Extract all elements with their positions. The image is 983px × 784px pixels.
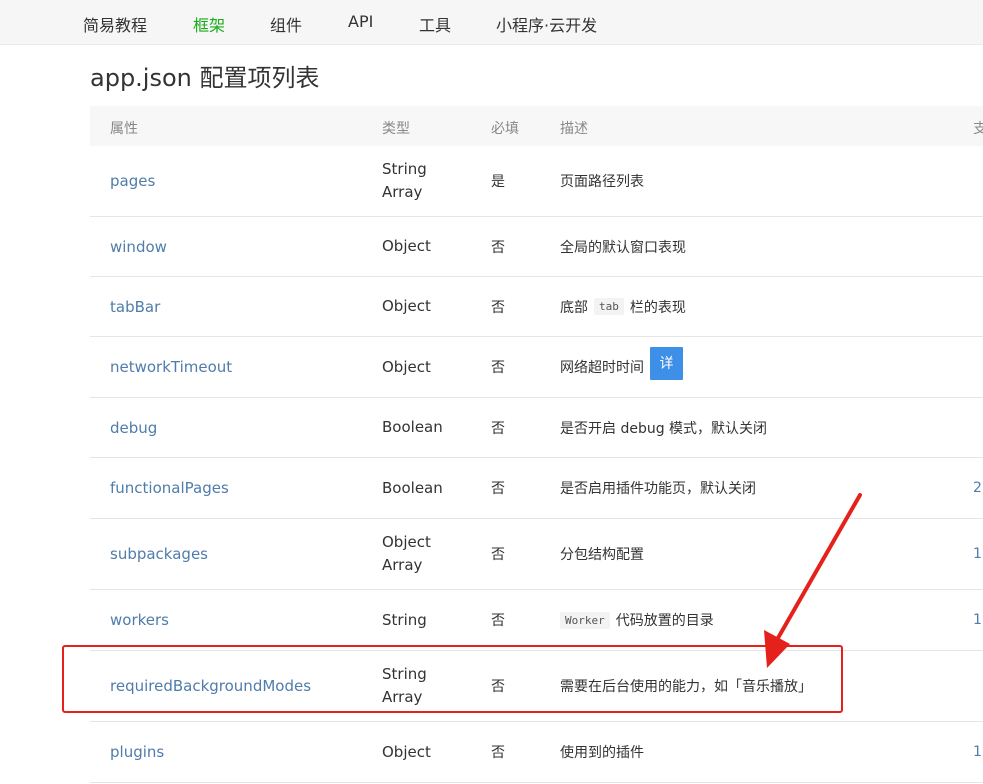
type-cell: Object Array [382,519,431,589]
type-line: Array [382,183,423,201]
version-cell[interactable] [973,277,983,336]
required-cell: 否 [491,679,505,695]
header-type: 类型 [382,121,410,137]
required-cell: 是 [491,174,505,190]
required-cell: 否 [491,547,505,563]
nav-item-cloud-dev[interactable]: 小程序·云开发 [496,12,597,36]
desc-cell: 使用到的插件 [560,745,644,761]
header-desc: 描述 [560,121,588,137]
desc-cell: 网络超时时间 详 [560,337,683,397]
header-attr: 属性 [110,121,138,137]
attr-link[interactable]: debug [110,398,157,457]
page-title: app.json 配置项列表 [90,64,320,92]
version-cell[interactable] [973,217,983,276]
table-row: workers String 否 Worker 代码放置的目录 1. [90,590,983,651]
desc-text: 底部 [560,299,588,316]
attr-link[interactable]: window [110,217,167,276]
inline-code: Worker [560,611,610,629]
nav-item-tools[interactable]: 工具 [419,12,451,36]
version-cell[interactable]: 2. [973,458,983,518]
table-row: networkTimeout Object 否 网络超时时间 详 [90,337,983,398]
type-cell: String [382,590,427,650]
version-cell[interactable] [973,398,983,457]
required-cell: 否 [491,745,505,761]
table-row: subpackages Object Array 否 分包结构配置 1. [90,519,983,590]
type-line: Object [382,297,431,315]
table-row: pages String Array 是 页面路径列表 [90,146,983,217]
version-cell[interactable] [973,337,983,397]
desc-cell: 是否开启 debug 模式，默认关闭 [560,420,768,437]
type-cell: Object [382,277,431,336]
desc-text: 代码放置的目录 [615,613,714,629]
type-cell: String Array [382,651,427,721]
attr-link[interactable]: pages [110,146,155,216]
type-cell: Boolean [382,458,443,518]
required-cell: 否 [491,481,505,497]
desc-cell: 需要在后台使用的能力，如「音乐播放」 [560,679,812,695]
required-cell: 否 [491,613,505,629]
type-cell: String Array [382,146,427,216]
detail-button[interactable]: 详 [650,346,683,380]
nav-item-components[interactable]: 组件 [270,12,302,36]
inline-code: tab [594,298,624,315]
type-line: Array [382,688,423,706]
desc-cell: 分包结构配置 [560,547,644,563]
version-cell[interactable]: 1. [973,590,983,650]
required-cell: 否 [491,360,505,376]
nav-item-tutorial[interactable]: 简易教程 [83,12,147,36]
required-cell: 否 [491,239,505,256]
table-row: debug Boolean 否 是否开启 debug 模式，默认关闭 [90,398,983,458]
table-row: functionalPages Boolean 否 是否启用插件功能页，默认关闭… [90,458,983,519]
type-line: String [382,610,427,629]
attr-link[interactable]: requiredBackgroundModes [110,651,311,721]
table-row: window Object 否 全局的默认窗口表现 [90,217,983,277]
attr-link[interactable]: tabBar [110,277,160,336]
version-cell[interactable]: 1. [973,722,983,782]
desc-cell: 是否启用插件功能页，默认关闭 [560,481,756,497]
type-line: Boolean [382,418,443,436]
version-cell[interactable] [973,146,983,216]
table-header: 属性 类型 必填 描述 支 [90,106,983,146]
top-navigation: 简易教程 框架 组件 API 工具 小程序·云开发 [0,0,983,45]
attr-link[interactable]: workers [110,590,169,650]
table-row: plugins Object 否 使用到的插件 1. [90,722,983,783]
desc-cell: Worker 代码放置的目录 [560,590,714,650]
nav-item-api[interactable]: API [348,12,373,31]
type-cell: Object [382,722,431,782]
table-row: tabBar Object 否 底部 tab 栏的表现 [90,277,983,337]
type-cell: Boolean [382,398,443,457]
table-row: requiredBackgroundModes String Array 否 需… [90,651,983,722]
required-cell: 否 [491,420,505,437]
header-version: 支 [973,121,983,137]
type-line: Object [382,357,431,376]
type-line: Boolean [382,478,443,497]
desc-text: 栏的表现 [629,299,686,316]
desc-cell: 全局的默认窗口表现 [560,239,686,256]
type-line: String [382,160,427,178]
type-line: Object [382,742,431,761]
type-line: Object [382,237,431,255]
required-cell: 否 [491,299,505,316]
header-required: 必填 [491,121,519,137]
desc-cell: 页面路径列表 [560,174,644,190]
attr-link[interactable]: networkTimeout [110,337,232,397]
nav-item-framework[interactable]: 框架 [193,12,225,36]
type-cell: Object [382,337,431,397]
type-line: Array [382,556,423,574]
version-cell[interactable] [973,651,983,721]
version-cell[interactable]: 1. [973,519,983,589]
desc-cell: 底部 tab 栏的表现 [560,277,686,336]
config-table: 属性 类型 必填 描述 支 pages String Array 是 页面路径列… [90,106,983,783]
attr-link[interactable]: plugins [110,722,164,782]
desc-text: 网络超时时间 [560,360,644,376]
attr-link[interactable]: subpackages [110,519,208,589]
type-cell: Object [382,217,431,276]
type-line: Object [382,533,431,551]
type-line: String [382,665,427,683]
attr-link[interactable]: functionalPages [110,458,229,518]
